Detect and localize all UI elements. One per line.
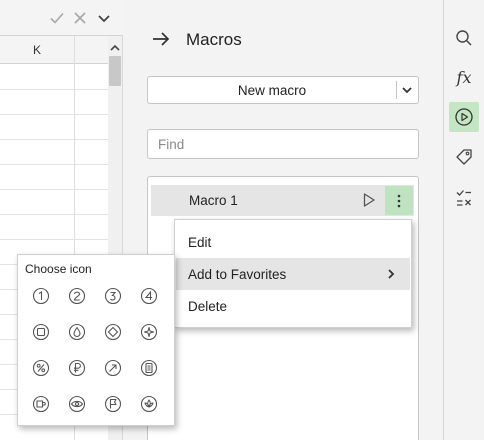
- choose-icon-popup: Choose icon: [17, 254, 175, 426]
- circled-square-icon[interactable]: [28, 319, 54, 345]
- column-header-row: K: [0, 36, 108, 64]
- menu-item-add-to-favorites[interactable]: Add to Favorites: [176, 258, 410, 290]
- macro-context-menu: Edit Add to Favorites Delete: [174, 219, 412, 328]
- formula-expand-chevron-icon[interactable]: [95, 9, 113, 27]
- scrollbar-thumb[interactable]: [109, 56, 121, 86]
- scroll-up-arrow-icon[interactable]: [110, 40, 120, 51]
- more-options-kebab-icon[interactable]: [385, 186, 413, 215]
- macro-name: Macro 1: [189, 193, 238, 208]
- circled-digit-four-icon[interactable]: [136, 283, 162, 309]
- circled-diamond-icon[interactable]: [100, 319, 126, 345]
- grid-row-line: [0, 164, 108, 165]
- new-macro-dropdown-chevron-icon[interactable]: [400, 83, 414, 97]
- right-tool-rail: fx: [443, 0, 484, 440]
- menu-item-label: Edit: [188, 234, 212, 250]
- grid-row-line: [0, 89, 108, 90]
- tag-icon[interactable]: [449, 142, 479, 172]
- formula-bar: [0, 0, 123, 36]
- confirm-check-icon[interactable]: [48, 9, 66, 27]
- grid-row-line: [0, 114, 108, 115]
- function-icon[interactable]: fx: [449, 62, 479, 92]
- new-macro-button[interactable]: New macro: [148, 77, 396, 103]
- circled-star-icon[interactable]: [136, 319, 162, 345]
- back-arrow-icon[interactable]: [150, 28, 172, 50]
- circled-digit-three-icon[interactable]: [100, 283, 126, 309]
- grid-row-line: [0, 239, 108, 240]
- circled-arrow-up-right-icon[interactable]: [100, 355, 126, 381]
- circled-digit-two-icon[interactable]: [64, 283, 90, 309]
- circled-ruble-icon[interactable]: [64, 355, 90, 381]
- split-divider: [396, 81, 397, 99]
- circled-flag-icon[interactable]: [100, 391, 126, 417]
- spellcheck-icon[interactable]: [449, 183, 479, 213]
- new-macro-split-button: New macro: [147, 76, 419, 104]
- circled-lotus-icon[interactable]: [136, 391, 162, 417]
- cancel-x-icon[interactable]: [71, 9, 89, 27]
- menu-item-delete[interactable]: Delete: [176, 290, 410, 322]
- find-input[interactable]: [147, 129, 419, 159]
- submenu-chevron-right-icon: [384, 267, 398, 281]
- column-header-k[interactable]: K: [0, 36, 74, 64]
- search-icon[interactable]: [449, 23, 479, 53]
- circled-eye-icon[interactable]: [64, 391, 90, 417]
- grid-row-line: [0, 189, 108, 190]
- menu-item-edit[interactable]: Edit: [176, 226, 410, 258]
- macro-list-item[interactable]: Macro 1: [151, 185, 414, 216]
- grid-row-line: [0, 214, 108, 215]
- circled-drop-icon[interactable]: [64, 319, 90, 345]
- panel-title: Macros: [186, 30, 242, 49]
- choose-icon-title: Choose icon: [25, 262, 92, 276]
- grid-row-line: [0, 139, 108, 140]
- circled-digit-one-icon[interactable]: [28, 283, 54, 309]
- macro-play-icon[interactable]: [449, 102, 479, 132]
- menu-item-label: Delete: [188, 298, 228, 314]
- run-macro-play-icon[interactable]: [361, 192, 377, 208]
- menu-item-label: Add to Favorites: [188, 266, 287, 282]
- circled-percent-icon[interactable]: [28, 355, 54, 381]
- circled-cup-icon[interactable]: [28, 391, 54, 417]
- circled-document-icon[interactable]: [136, 355, 162, 381]
